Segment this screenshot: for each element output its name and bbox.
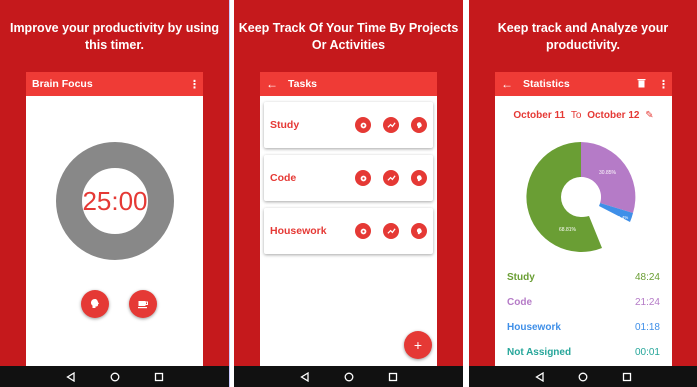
date-range: October 11 To October 12 ✎ [495,110,672,121]
task-card[interactable]: Study [264,102,433,148]
back-nav-icon[interactable] [300,371,310,382]
task-settings-button[interactable] [355,170,371,186]
stat-row-housework: Housework 01:18 [507,322,660,336]
settings-icon [360,228,366,234]
brain-icon [416,227,422,234]
pie-label-study: 68.81% [559,227,577,233]
recents-nav-icon[interactable] [388,372,398,382]
add-icon: + [413,337,423,353]
recents-nav-icon[interactable] [154,372,164,382]
task-name: Housework [270,225,327,237]
pie-label-code: 30.85% [599,170,617,176]
break-mode-button[interactable] [129,290,157,318]
system-nav-bar [0,366,229,387]
panel-caption: Improve your productivity by using this … [9,21,220,52]
task-focus-button[interactable] [411,223,427,239]
phone-screen: ← Statistics ⋮ October 11 To October 12 … [495,72,672,366]
panel-caption: Keep track and Analyze your productivity… [497,21,669,52]
recents-nav-icon[interactable] [622,372,632,382]
app-bar-title: Statistics [523,78,570,90]
settings-icon [360,122,366,128]
task-name: Code [270,172,297,184]
timer-screenshot-panel: Improve your productivity by using this … [0,0,229,387]
brain-icon [416,174,422,181]
stat-value: 21:24 [634,297,660,308]
task-stats-button[interactable] [383,223,399,239]
time-distribution-pie-chart: 68.81% 30.85% 1.4% [526,142,636,252]
task-card[interactable]: Code [264,155,433,201]
home-nav-icon[interactable] [344,372,354,382]
panel-caption: Keep Track Of Your Time By Projects Or A… [238,21,459,52]
panel-divider [463,0,468,387]
stat-name: Housework [507,322,561,333]
stat-name: Code [507,297,532,308]
back-nav-icon[interactable] [66,371,76,382]
app-bar-title: Tasks [288,78,317,90]
task-focus-button[interactable] [411,117,427,133]
coffee-cup-icon [138,301,148,309]
add-task-button[interactable]: + [404,331,432,359]
stat-row-not-assigned: Not Assigned 00:01 [507,347,660,361]
pie-label-housework: 1.4% [618,215,628,220]
task-settings-button[interactable] [355,223,371,239]
stat-value: 00:01 [634,347,660,358]
edit-pencil-icon[interactable]: ✎ [645,110,653,121]
home-nav-icon[interactable] [578,372,588,382]
task-settings-button[interactable] [355,117,371,133]
app-bar: Brain Focus ⋮ [26,72,203,96]
system-nav-bar [469,366,697,387]
stat-value: 01:18 [634,322,660,333]
stat-row-code: Code 21:24 [507,297,660,311]
system-nav-bar [234,366,463,387]
task-stats-button[interactable] [383,170,399,186]
task-card[interactable]: Housework [264,208,433,254]
home-nav-icon[interactable] [110,372,120,382]
phone-screen: ← Tasks Study Code Housework + [260,72,437,366]
task-name: Study [270,119,300,131]
tasks-screenshot-panel: Keep Track Of Your Time By Projects Or A… [234,0,463,387]
brain-icon [91,299,99,308]
app-bar: ← Tasks [260,72,437,96]
trend-icon [386,227,396,234]
arrow-back-icon[interactable]: ← [266,77,278,91]
back-nav-icon[interactable] [534,371,544,382]
task-stats-button[interactable] [383,117,399,133]
settings-icon [360,175,366,181]
app-bar-title: Brain Focus [32,78,93,90]
stat-value: 48:24 [634,272,660,283]
brain-icon [416,121,422,128]
stat-name: Study [507,272,535,283]
more-vert-icon[interactable]: ⋮ [189,78,200,91]
statistics-screenshot-panel: Keep track and Analyze your productivity… [469,0,697,387]
arrow-back-icon[interactable]: ← [501,77,513,91]
timer-display: 25:00 [82,185,148,216]
focus-mode-button[interactable] [81,290,109,318]
date-from[interactable]: October 11 [513,110,565,121]
more-vert-icon[interactable]: ⋮ [658,78,669,91]
trend-icon [386,174,396,181]
stat-name: Not Assigned [507,347,572,358]
phone-screen: Brain Focus ⋮ 25:00 [26,72,203,366]
delete-icon[interactable] [637,78,646,91]
app-bar: ← Statistics ⋮ [495,72,672,96]
task-focus-button[interactable] [411,170,427,186]
trend-icon [386,121,396,128]
date-to[interactable]: October 12 [587,110,639,121]
stat-row-study: Study 48:24 [507,272,660,286]
date-separator: To [570,110,582,121]
